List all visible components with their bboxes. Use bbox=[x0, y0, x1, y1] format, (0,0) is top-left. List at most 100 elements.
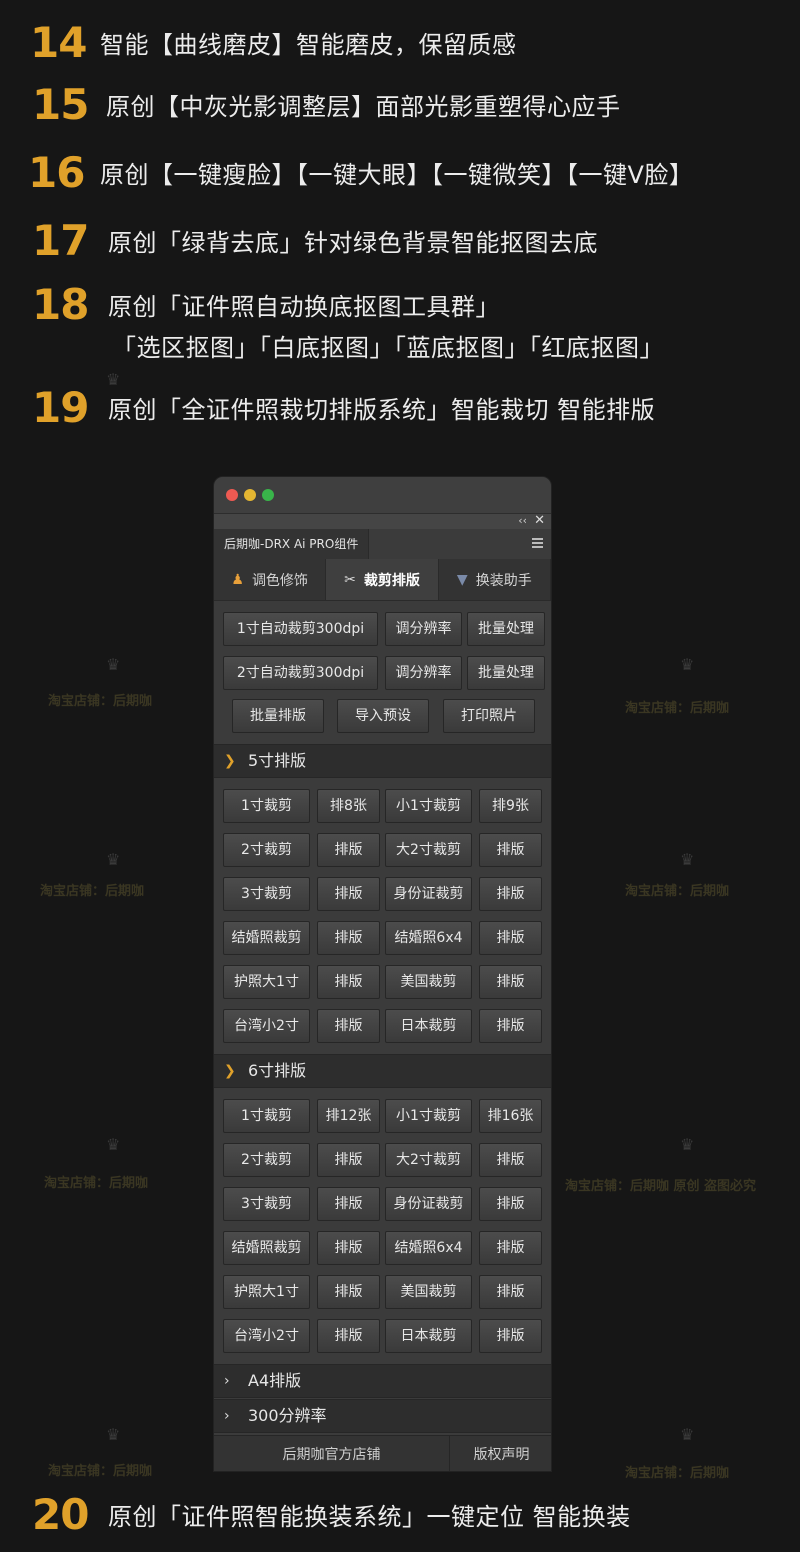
crop-button[interactable]: 1寸裁剪 bbox=[223, 1099, 310, 1133]
section-5inch-layout[interactable]: ❯ 5寸排版 bbox=[214, 744, 551, 778]
crop-button[interactable]: 护照大1寸 bbox=[223, 965, 310, 999]
adjust-resolution-button[interactable]: 调分辨率 bbox=[385, 656, 462, 690]
watermark: 淘宝店铺：后期咖 bbox=[40, 884, 145, 899]
layout-button[interactable]: 排版 bbox=[479, 1143, 542, 1177]
layout-button[interactable]: 排版 bbox=[479, 1009, 542, 1043]
tab-outfit-assistant[interactable]: ▼ 换装助手 bbox=[439, 559, 551, 600]
layout-button[interactable]: 排12张 bbox=[317, 1099, 380, 1133]
chevron-right-icon: › bbox=[224, 1373, 230, 1389]
section-title: 5寸排版 bbox=[248, 751, 307, 770]
crop-button[interactable]: 身份证裁剪 bbox=[385, 1187, 472, 1221]
tab-crop-layout[interactable]: ✂ 裁剪排版 bbox=[326, 559, 439, 600]
watermark: 淘宝店铺：后期咖 bbox=[625, 884, 730, 899]
adjust-resolution-button[interactable]: 调分辨率 bbox=[385, 612, 462, 646]
batch-process-button[interactable]: 批量处理 bbox=[467, 656, 545, 690]
batch-layout-button[interactable]: 批量排版 bbox=[232, 699, 324, 733]
maximize-window-button[interactable] bbox=[262, 489, 274, 501]
layout-button[interactable]: 排版 bbox=[479, 877, 542, 911]
plugin-title[interactable]: 后期咖-DRX Ai PRO组件 bbox=[214, 529, 370, 559]
auto-crop-1inch-button[interactable]: 1寸自动裁剪300dpi bbox=[223, 612, 378, 646]
crop-button[interactable]: 大2寸裁剪 bbox=[385, 833, 472, 867]
auto-crop-2inch-button[interactable]: 2寸自动裁剪300dpi bbox=[223, 656, 378, 690]
crop-button[interactable]: 大2寸裁剪 bbox=[385, 1143, 472, 1177]
layout-button[interactable]: 排8张 bbox=[317, 789, 380, 823]
scissors-icon: ✂ bbox=[344, 571, 356, 588]
person-icon: ♟ bbox=[231, 571, 244, 588]
layout-button[interactable]: 排版 bbox=[479, 1319, 542, 1353]
crop-button[interactable]: 台湾小2寸 bbox=[223, 1009, 310, 1043]
collapse-icon[interactable]: ‹‹ bbox=[518, 514, 527, 527]
feature-14: 14 智能【曲线磨皮】智能磨皮，保留质感 bbox=[0, 18, 800, 67]
print-photo-button[interactable]: 打印照片 bbox=[443, 699, 535, 733]
panel-footer: 后期咖官方店铺 版权声明 bbox=[214, 1435, 551, 1471]
crown-icon: ♛ bbox=[106, 370, 121, 389]
crop-button[interactable]: 日本裁剪 bbox=[385, 1009, 472, 1043]
layout-button[interactable]: 排版 bbox=[317, 833, 380, 867]
section-title: 6寸排版 bbox=[248, 1061, 307, 1080]
crop-button[interactable]: 结婚照6x4 bbox=[385, 921, 472, 955]
tab-label: 换装助手 bbox=[475, 572, 532, 589]
layout-button[interactable]: 排版 bbox=[317, 965, 380, 999]
crown-icon: ♛ bbox=[106, 1135, 121, 1154]
crop-button[interactable]: 日本裁剪 bbox=[385, 1319, 472, 1353]
feature-number: 17 bbox=[32, 216, 89, 265]
layout-button[interactable]: 排版 bbox=[317, 1231, 380, 1265]
window-titlebar bbox=[214, 477, 551, 513]
crop-button[interactable]: 护照大1寸 bbox=[223, 1275, 310, 1309]
layout-button[interactable]: 排版 bbox=[317, 1275, 380, 1309]
close-icon[interactable]: ✕ bbox=[534, 513, 545, 528]
crop-button[interactable]: 美国裁剪 bbox=[385, 965, 472, 999]
crop-button[interactable]: 小1寸裁剪 bbox=[385, 1099, 472, 1133]
plugin-header: 后期咖-DRX Ai PRO组件 bbox=[214, 529, 551, 559]
section-6inch-layout[interactable]: ❯ 6寸排版 bbox=[214, 1054, 551, 1088]
layout-button[interactable]: 排版 bbox=[317, 877, 380, 911]
crop-button[interactable]: 结婚照裁剪 bbox=[223, 1231, 310, 1265]
crop-button[interactable]: 美国裁剪 bbox=[385, 1275, 472, 1309]
crop-button[interactable]: 2寸裁剪 bbox=[223, 1143, 310, 1177]
crop-button[interactable]: 3寸裁剪 bbox=[223, 1187, 310, 1221]
feature-text: 原创【一键瘦脸】【一键大眼】【一键微笑】【一键V脸】 bbox=[100, 161, 694, 189]
crown-icon: ♛ bbox=[680, 1135, 695, 1154]
layout-button[interactable]: 排16张 bbox=[479, 1099, 542, 1133]
layout-button[interactable]: 排版 bbox=[479, 1231, 542, 1265]
layout-button[interactable]: 排版 bbox=[479, 1275, 542, 1309]
feature-number: 14 bbox=[30, 18, 87, 67]
section-300dpi[interactable]: › 300分辨率 bbox=[214, 1399, 551, 1433]
layout-button[interactable]: 排版 bbox=[479, 1187, 542, 1221]
crop-button[interactable]: 2寸裁剪 bbox=[223, 833, 310, 867]
crop-button[interactable]: 身份证裁剪 bbox=[385, 877, 472, 911]
crop-button[interactable]: 结婚照6x4 bbox=[385, 1231, 472, 1265]
feature-18: 18 原创「证件照自动换底抠图工具群」 bbox=[0, 280, 800, 329]
feature-text: 原创【中灰光影调整层】面部光影重塑得心应手 bbox=[106, 93, 621, 121]
crop-button[interactable]: 1寸裁剪 bbox=[223, 789, 310, 823]
crop-button[interactable]: 小1寸裁剪 bbox=[385, 789, 472, 823]
copyright-link[interactable]: 版权声明 bbox=[450, 1436, 551, 1471]
layout-button[interactable]: 排版 bbox=[317, 1143, 380, 1177]
tab-color-retouch[interactable]: ♟ 调色修饰 bbox=[214, 559, 327, 600]
feature-text: 原创「证件照智能换装系统」一键定位 智能换装 bbox=[108, 1503, 631, 1531]
import-preset-button[interactable]: 导入预设 bbox=[337, 699, 429, 733]
crown-icon: ♛ bbox=[106, 655, 121, 674]
layout-button[interactable]: 排版 bbox=[479, 833, 542, 867]
menu-icon[interactable] bbox=[532, 538, 543, 550]
crop-button[interactable]: 结婚照裁剪 bbox=[223, 921, 310, 955]
layout-button[interactable]: 排版 bbox=[317, 921, 380, 955]
minimize-window-button[interactable] bbox=[244, 489, 256, 501]
layout-button[interactable]: 排版 bbox=[479, 921, 542, 955]
layout-button[interactable]: 排9张 bbox=[479, 789, 542, 823]
section-a4-layout[interactable]: › A4排版 bbox=[214, 1364, 551, 1398]
close-window-button[interactable] bbox=[226, 489, 238, 501]
layout-button[interactable]: 排版 bbox=[317, 1187, 380, 1221]
layout-button[interactable]: 排版 bbox=[317, 1319, 380, 1353]
crop-button[interactable]: 3寸裁剪 bbox=[223, 877, 310, 911]
feature-number: 15 bbox=[32, 80, 89, 129]
layout-button[interactable]: 排版 bbox=[479, 965, 542, 999]
crop-button[interactable]: 台湾小2寸 bbox=[223, 1319, 310, 1353]
layout-button[interactable]: 排版 bbox=[317, 1009, 380, 1043]
feature-17: 17 原创「绿背去底」针对绿色背景智能抠图去底 bbox=[0, 216, 800, 265]
batch-process-button[interactable]: 批量处理 bbox=[467, 612, 545, 646]
feature-number: 19 bbox=[32, 383, 89, 432]
feature-text: 原创「绿背去底」针对绿色背景智能抠图去底 bbox=[108, 229, 598, 257]
official-store-link[interactable]: 后期咖官方店铺 bbox=[214, 1436, 450, 1471]
watermark: 淘宝店铺：后期咖 bbox=[48, 1464, 153, 1479]
